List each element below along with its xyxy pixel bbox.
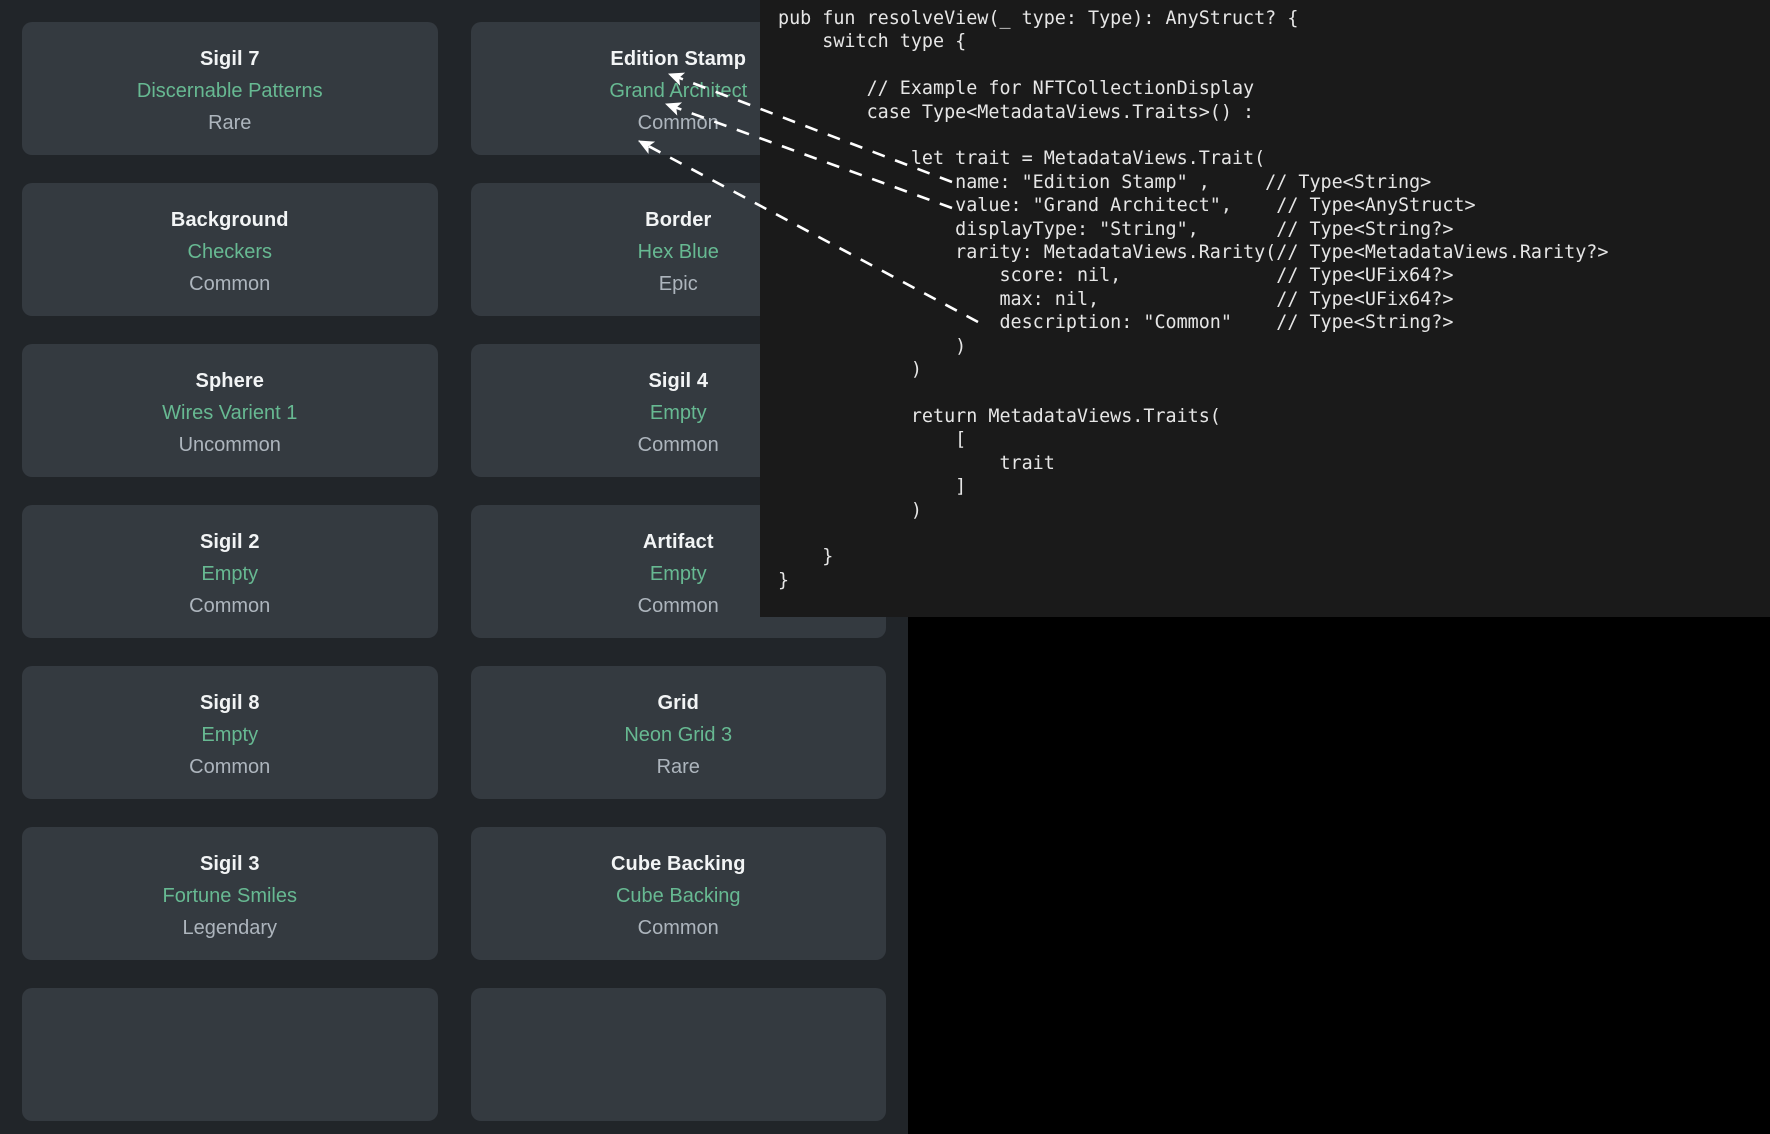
screen-root: Sigil 7Discernable PatternsRareEdition S… xyxy=(0,0,1770,1134)
trait-card[interactable]: Sigil 7Discernable PatternsRare xyxy=(22,22,438,155)
trait-card[interactable] xyxy=(22,988,438,1121)
trait-value: Fortune Smiles xyxy=(36,880,424,912)
trait-rarity: Common xyxy=(36,590,424,622)
trait-value: Cube Backing xyxy=(485,880,873,912)
trait-value: Empty xyxy=(36,719,424,751)
trait-name: Sigil 2 xyxy=(36,527,424,558)
trait-value: Neon Grid 3 xyxy=(485,719,873,751)
trait-name: Background xyxy=(36,205,424,236)
trait-name: Cube Backing xyxy=(485,849,873,880)
trait-value: Checkers xyxy=(36,236,424,268)
trait-card[interactable]: BackgroundCheckersCommon xyxy=(22,183,438,316)
trait-rarity: Rare xyxy=(485,751,873,783)
trait-card[interactable]: Cube BackingCube BackingCommon xyxy=(471,827,887,960)
trait-card[interactable]: SphereWires Varient 1Uncommon xyxy=(22,344,438,477)
trait-rarity: Uncommon xyxy=(36,429,424,461)
trait-value: Empty xyxy=(36,558,424,590)
trait-name: Sigil 7 xyxy=(36,44,424,75)
trait-rarity: Rare xyxy=(36,107,424,139)
cadence-code-snippet: pub fun resolveView(_ type: Type): AnySt… xyxy=(778,7,1608,592)
trait-rarity: Legendary xyxy=(36,912,424,944)
trait-name: Sigil 8 xyxy=(36,688,424,719)
trait-rarity: Common xyxy=(36,751,424,783)
trait-rarity: Common xyxy=(485,912,873,944)
trait-card[interactable] xyxy=(471,988,887,1121)
trait-card[interactable]: Sigil 3Fortune SmilesLegendary xyxy=(22,827,438,960)
trait-card[interactable]: Sigil 2EmptyCommon xyxy=(22,505,438,638)
code-panel: pub fun resolveView(_ type: Type): AnySt… xyxy=(760,0,1770,617)
trait-name: Sigil 3 xyxy=(36,849,424,880)
trait-value: Wires Varient 1 xyxy=(36,397,424,429)
trait-rarity: Common xyxy=(36,268,424,300)
trait-card[interactable]: Sigil 8EmptyCommon xyxy=(22,666,438,799)
trait-name: Grid xyxy=(485,688,873,719)
trait-name: Sphere xyxy=(36,366,424,397)
trait-value: Discernable Patterns xyxy=(36,75,424,107)
trait-card[interactable]: GridNeon Grid 3Rare xyxy=(471,666,887,799)
